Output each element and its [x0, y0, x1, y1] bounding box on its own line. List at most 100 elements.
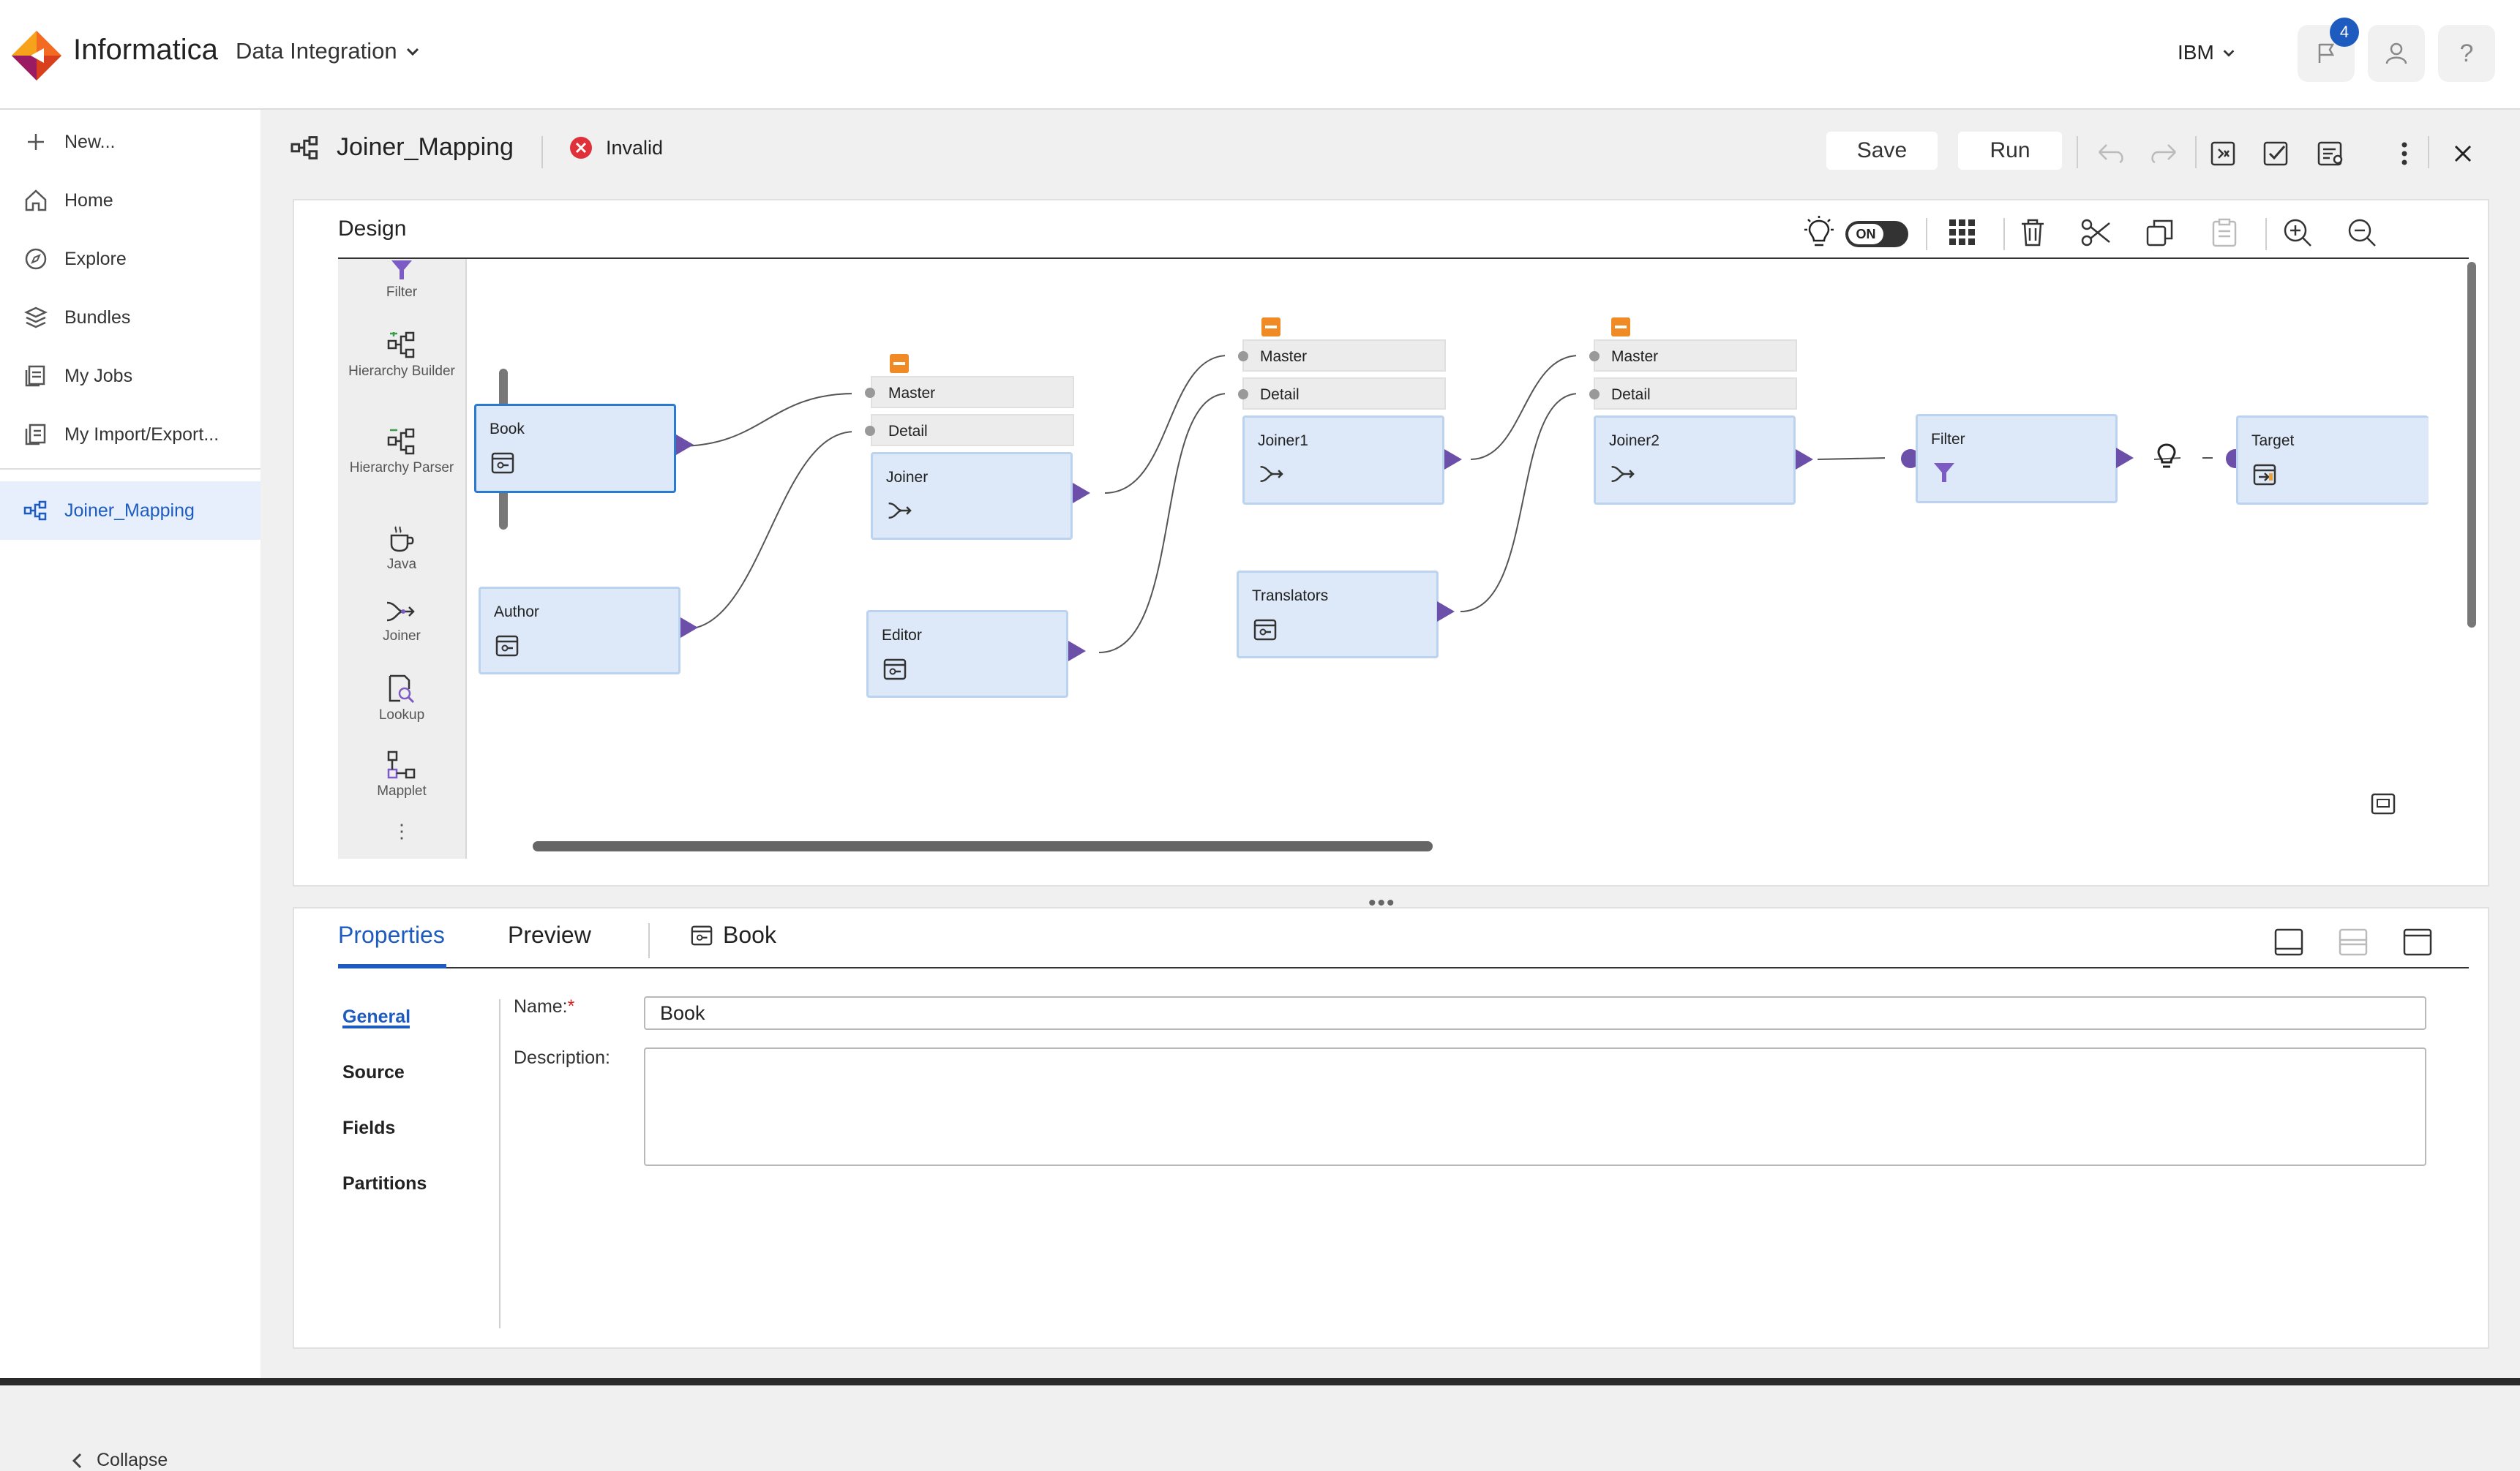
brand-name: Informatica — [73, 34, 218, 66]
port-dot — [1589, 351, 1600, 361]
input-port-detail[interactable] — [1225, 385, 1240, 402]
output-port[interactable] — [680, 617, 698, 638]
port-dot — [1589, 389, 1600, 399]
group-label: Master — [1260, 348, 1308, 365]
group-label: Detail — [1611, 386, 1651, 403]
node-book[interactable]: Book — [474, 404, 676, 493]
input-port[interactable] — [2213, 449, 2227, 467]
sidebar-divider — [0, 468, 260, 470]
collapse-button[interactable]: Collapse — [70, 1450, 168, 1471]
org-switcher[interactable]: IBM — [2178, 41, 2236, 64]
sidebar-item-my-jobs[interactable]: My Jobs — [0, 347, 260, 405]
output-port[interactable] — [1068, 641, 1086, 661]
sidebar-item-joiner-mapping[interactable]: Joiner_Mapping — [0, 481, 260, 540]
maximize-panel-button[interactable] — [2399, 923, 2437, 961]
group-label: Detail — [1260, 386, 1300, 403]
tab-preview[interactable]: Preview — [508, 922, 591, 949]
node-label: Editor — [882, 627, 922, 644]
undo-button[interactable] — [2094, 136, 2129, 171]
group-label: Detail — [888, 423, 928, 440]
toolbar-divider — [2428, 136, 2429, 168]
group-detail: Detail — [1594, 377, 1797, 410]
output-port[interactable] — [676, 434, 694, 455]
run-button[interactable]: Run — [1958, 132, 2062, 170]
mapping-header: Joiner_Mapping Invalid Save Run — [260, 110, 2520, 192]
lightbulb-icon[interactable] — [2156, 442, 2178, 473]
dock-bottom-button[interactable] — [2270, 923, 2308, 961]
redo-icon — [2151, 144, 2176, 164]
node-joiner[interactable]: Joiner — [871, 452, 1073, 540]
sidebar-item-label: New... — [64, 131, 116, 152]
canvas-horizontal-scrollbar[interactable] — [533, 841, 1433, 851]
collapse-groups-button[interactable] — [1611, 317, 1630, 336]
tab-properties[interactable]: Properties — [338, 922, 445, 949]
node-label: Author — [494, 603, 539, 620]
section-general[interactable]: General — [342, 1007, 410, 1028]
output-port[interactable] — [1444, 449, 1462, 470]
user-button[interactable] — [2368, 25, 2425, 82]
product-switcher[interactable]: Data Integration — [236, 38, 421, 64]
flag-icon — [2318, 43, 2335, 63]
notifications-button[interactable]: 4 — [2298, 18, 2359, 82]
group-master: Master — [1242, 339, 1446, 372]
output-port[interactable] — [1437, 601, 1455, 622]
settings-button[interactable] — [2314, 136, 2349, 171]
node-label: Translators — [1252, 587, 1329, 604]
node-target[interactable]: Target — [2236, 415, 2429, 505]
output-port[interactable] — [2116, 448, 2134, 468]
sidebar-item-explore[interactable]: Explore — [0, 230, 260, 288]
input-port-detail[interactable] — [1576, 385, 1591, 402]
node-editor[interactable]: Editor — [866, 610, 1068, 698]
sidebar-item-home[interactable]: Home — [0, 171, 260, 230]
node-filter[interactable]: Filter — [1916, 414, 2118, 503]
sidebar-item-new[interactable]: New... — [0, 113, 260, 171]
node-joiner1[interactable]: Joiner1 — [1242, 415, 1444, 505]
section-fields[interactable]: Fields — [342, 1118, 395, 1139]
node-joiner2[interactable]: Joiner2 — [1594, 415, 1796, 505]
panel-middle-icon — [2339, 928, 2368, 956]
node-translators[interactable]: Translators — [1237, 571, 1439, 658]
input-port[interactable] — [1885, 449, 1900, 467]
description-field[interactable] — [644, 1047, 2426, 1166]
node-label: Joiner2 — [1609, 432, 1660, 449]
header-divider — [541, 136, 543, 168]
input-port-master[interactable] — [1576, 347, 1591, 364]
redo-button[interactable] — [2145, 136, 2180, 171]
org-name: IBM — [2178, 41, 2214, 64]
input-port-detail[interactable] — [852, 423, 866, 440]
filter-icon — [1934, 463, 1954, 482]
group-master: Master — [1594, 339, 1797, 372]
dock-middle-button[interactable] — [2334, 923, 2372, 961]
sidebar-item-bundles[interactable]: Bundles — [0, 288, 260, 347]
section-partitions[interactable]: Partitions — [342, 1173, 427, 1195]
joiner-icon — [1260, 465, 1283, 483]
input-port-master[interactable] — [852, 385, 866, 402]
node-author[interactable]: Author — [479, 587, 680, 674]
output-port[interactable] — [1073, 483, 1090, 503]
node-label: Joiner — [886, 469, 929, 486]
output-port[interactable] — [1796, 449, 1813, 470]
help-button[interactable]: ? — [2438, 25, 2495, 82]
port-dot — [865, 388, 875, 398]
plus-icon — [18, 131, 54, 153]
parameters-icon — [2210, 141, 2235, 166]
chevron-down-icon — [406, 48, 419, 56]
compass-icon — [18, 247, 54, 271]
validate-button[interactable] — [2260, 136, 2295, 171]
canvas-vertical-scrollbar[interactable] — [2467, 262, 2476, 628]
parameters-button[interactable] — [2207, 136, 2242, 171]
sidebar-item-import-export[interactable]: My Import/Export... — [0, 405, 260, 464]
input-port-master[interactable] — [1225, 347, 1240, 364]
more-actions-button[interactable] — [2387, 136, 2422, 171]
properties-panel: Properties Preview Book General Source F… — [293, 907, 2489, 1349]
target-icon — [2253, 464, 2276, 486]
save-button[interactable]: Save — [1826, 132, 1938, 170]
close-icon — [2454, 145, 2472, 162]
close-button[interactable] — [2445, 136, 2480, 171]
collapse-groups-button[interactable] — [1261, 317, 1280, 336]
port-dot — [865, 426, 875, 436]
section-source[interactable]: Source — [342, 1062, 405, 1083]
name-field[interactable]: Book — [644, 996, 2426, 1030]
collapse-groups-button[interactable] — [890, 354, 909, 373]
overview-toggle-icon[interactable] — [2371, 793, 2396, 815]
